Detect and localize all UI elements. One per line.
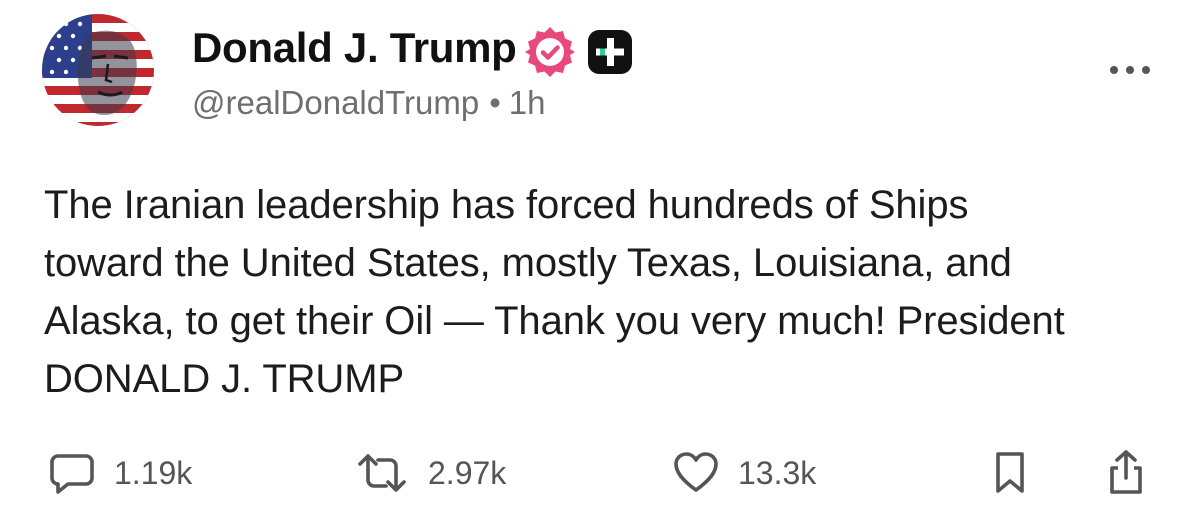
verified-badge-icon[interactable] [522,24,578,80]
share-icon [1110,450,1142,494]
share-button[interactable] [1104,448,1148,498]
portrait-avatar-flag [42,14,154,126]
more-options-icon [1110,66,1150,74]
author-avatar[interactable] [42,14,154,126]
repost-icon [358,454,406,492]
reply-button[interactable]: 1.19k [48,448,192,498]
post-timestamp[interactable]: 1h [509,84,546,121]
more-options-button[interactable] [1104,58,1156,82]
post-body: The Iranian leadership has forced hundre… [44,176,1174,408]
reply-icon [50,454,94,494]
separator-dot: • [489,84,501,121]
reply-count: 1.19k [114,454,193,491]
author-display-name[interactable]: Donald J. Trump [192,24,517,72]
author-handle[interactable]: @realDonaldTrump [192,84,479,121]
repost-count: 2.97k [428,454,507,491]
repost-button[interactable]: 2.97k [354,448,506,498]
bookmark-button[interactable] [992,448,1028,498]
heart-icon [674,452,718,492]
post-text-line: The Iranian leadership has forced hundre… [44,183,969,227]
post-text-line: toward the United States, mostly Texas, … [44,241,1012,285]
like-button[interactable]: 13.3k [672,448,816,498]
post-card: Donald J. Trump @realDonaldTrump • 1h The … [0,0,1200,518]
plus-badge-icon[interactable] [586,28,634,76]
handle-and-time: @realDonaldTrump • 1h [192,84,546,122]
post-text-line: Alaska, to get their Oil — Thank you ver… [44,299,1065,343]
like-count: 13.3k [738,454,817,491]
post-text-line: DONALD J. TRUMP [44,357,405,401]
bookmark-icon [996,452,1024,493]
